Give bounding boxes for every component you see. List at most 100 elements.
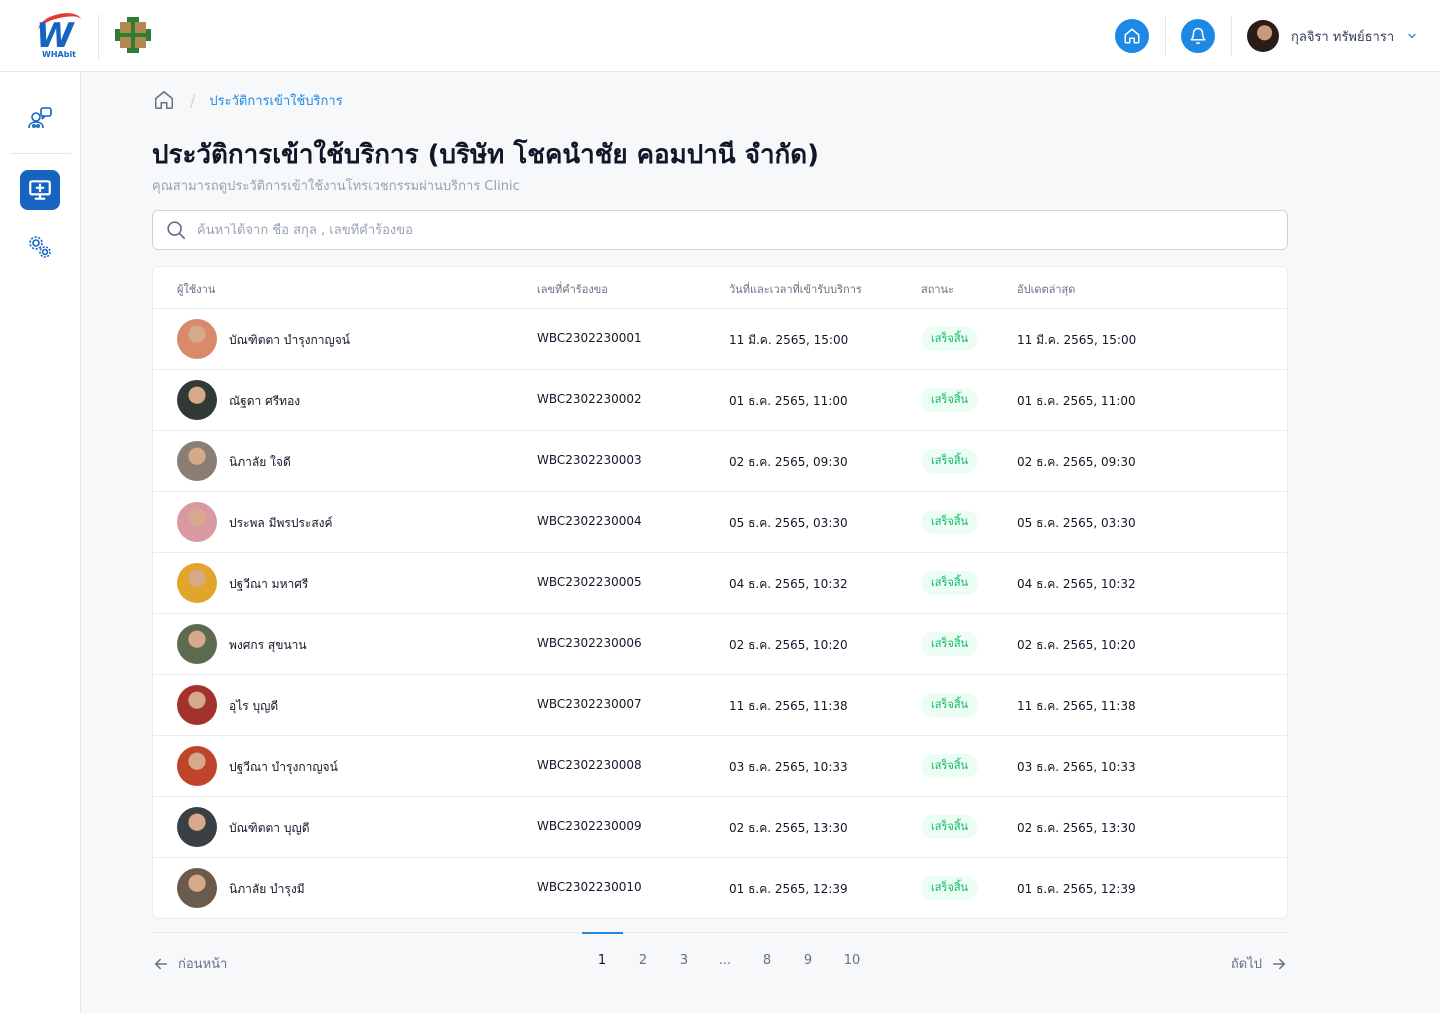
table-header: ผู้ใช้งาน เลขที่คำร้องขอ วันที่และเวลาที… bbox=[153, 267, 1287, 309]
table-row[interactable]: ปฐวีณา บำรุงกาญจน์ WBC2302230008 03 ธ.ค. 2… bbox=[153, 736, 1287, 797]
bell-icon bbox=[1190, 27, 1206, 45]
avatar bbox=[177, 441, 217, 481]
table-row[interactable]: บัณฑิตตา บุญดี WBC2302230009 02 ธ.ค. 2565,… bbox=[153, 797, 1287, 858]
user-name-cell: ณัฐดา ศรีทอง bbox=[229, 394, 301, 408]
request-no-cell: WBC2302230009 bbox=[537, 819, 642, 833]
table-row[interactable]: ณัฐดา ศรีทอง WBC2302230002 01 ธ.ค. 2565, 1… bbox=[153, 370, 1287, 431]
status-badge: เสร็จสิ้น bbox=[921, 632, 979, 656]
avatar bbox=[177, 746, 217, 786]
avatar bbox=[177, 319, 217, 359]
table-row[interactable]: ปฐวีณา มหาศรี WBC2302230005 04 ธ.ค. 2565, … bbox=[153, 553, 1287, 614]
request-no-cell: WBC2302230002 bbox=[537, 392, 642, 406]
status-badge: เสร็จสิ้น bbox=[921, 815, 979, 839]
user-menu[interactable]: กุลจิรา ทรัพย์ธารา bbox=[1247, 20, 1418, 52]
service-datetime-cell: 11 ธ.ค. 2565, 11:38 bbox=[729, 699, 848, 713]
header-divider bbox=[1231, 16, 1232, 56]
column-header-request-no[interactable]: เลขที่คำร้องขอ bbox=[537, 280, 608, 298]
settings-gears-icon bbox=[29, 236, 51, 258]
service-datetime-cell: 01 ธ.ค. 2565, 11:00 bbox=[729, 394, 848, 408]
avatar bbox=[177, 380, 217, 420]
arrow-right-icon bbox=[1273, 958, 1286, 969]
previous-page-button[interactable]: ก่อนหน้า bbox=[152, 953, 227, 974]
avatar bbox=[177, 868, 217, 908]
page-number[interactable]: 3 bbox=[664, 953, 704, 968]
updated-cell: 01 ธ.ค. 2565, 11:00 bbox=[1017, 394, 1136, 408]
page-number[interactable]: 2 bbox=[623, 953, 663, 968]
request-no-cell: WBC2302230005 bbox=[537, 575, 642, 589]
home-icon bbox=[1124, 28, 1140, 44]
monitor-plus-icon bbox=[29, 180, 51, 200]
page-number[interactable]: 8 bbox=[747, 953, 787, 968]
home-button[interactable] bbox=[1115, 19, 1149, 53]
column-header-user[interactable]: ผู้ใช้งาน bbox=[177, 280, 215, 298]
sidebar-item-settings[interactable] bbox=[20, 227, 60, 267]
next-label: ถัดไป bbox=[1230, 957, 1262, 972]
updated-cell: 05 ธ.ค. 2565, 03:30 bbox=[1017, 516, 1136, 530]
users-chat-icon bbox=[28, 107, 52, 129]
status-badge: เสร็จสิ้น bbox=[921, 876, 979, 900]
avatar bbox=[177, 624, 217, 664]
user-name: กุลจิรา ทรัพย์ธารา bbox=[1291, 29, 1395, 45]
next-page-button[interactable]: ถัดไป bbox=[1231, 953, 1288, 974]
column-header-service-datetime[interactable]: วันที่และเวลาที่เข้ารับบริการ bbox=[729, 280, 862, 298]
updated-cell: 02 ธ.ค. 2565, 13:30 bbox=[1017, 821, 1136, 835]
request-no-cell: WBC2302230001 bbox=[537, 331, 642, 345]
top-bar: W WHAbit กุลจิรา ทรัพย์ธารา bbox=[0, 0, 1440, 72]
status-badge: เสร็จสิ้น bbox=[921, 571, 979, 595]
avatar bbox=[177, 807, 217, 847]
table-row[interactable]: พงศกร สุขนาน WBC2302230006 02 ธ.ค. 2565, 1… bbox=[153, 614, 1287, 675]
request-no-cell: WBC2302230003 bbox=[537, 453, 642, 467]
page-number[interactable]: 1 bbox=[582, 953, 622, 968]
whabit-logo[interactable]: W WHAbit bbox=[34, 9, 85, 60]
previous-label: ก่อนหน้า bbox=[178, 957, 228, 972]
service-datetime-cell: 03 ธ.ค. 2565, 10:33 bbox=[729, 760, 848, 774]
updated-cell: 02 ธ.ค. 2565, 09:30 bbox=[1017, 455, 1136, 469]
request-no-cell: WBC2302230008 bbox=[537, 758, 642, 772]
column-header-status[interactable]: สถานะ bbox=[921, 280, 954, 298]
status-badge: เสร็จสิ้น bbox=[921, 327, 979, 351]
user-name-cell: ประพล มีพรประสงค์ bbox=[229, 516, 333, 530]
page-number[interactable]: 10 bbox=[832, 953, 872, 968]
service-datetime-cell: 02 ธ.ค. 2565, 10:20 bbox=[729, 638, 848, 652]
clinic-cross-logo[interactable] bbox=[114, 16, 152, 54]
breadcrumb-current[interactable]: ประวัติการเข้าใช้บริการ bbox=[209, 90, 342, 111]
notification-button[interactable] bbox=[1181, 19, 1215, 53]
request-no-cell: WBC2302230007 bbox=[537, 697, 642, 711]
sidebar-item-telemedicine[interactable] bbox=[20, 170, 60, 210]
service-datetime-cell: 11 มี.ค. 2565, 15:00 bbox=[729, 333, 849, 347]
service-datetime-cell: 04 ธ.ค. 2565, 10:32 bbox=[729, 577, 848, 591]
search-box[interactable] bbox=[152, 210, 1288, 250]
updated-cell: 04 ธ.ค. 2565, 10:32 bbox=[1017, 577, 1136, 591]
user-name-cell: ปฐวีณา มหาศรี bbox=[229, 577, 309, 591]
pagination: ก่อนหน้า 1 2 3... 8 9 10 ถัดไป bbox=[152, 932, 1288, 982]
search-icon bbox=[167, 221, 186, 240]
breadcrumb-separator: / bbox=[190, 90, 196, 110]
table-row[interactable]: นิภาลัย บำรุงมี WBC2302230010 01 ธ.ค. 2565… bbox=[153, 858, 1287, 918]
breadcrumb: / ประวัติการเข้าใช้บริการ bbox=[152, 89, 343, 111]
sidebar-item-users[interactable] bbox=[20, 98, 60, 138]
arrow-left-icon bbox=[154, 958, 167, 969]
user-name-cell: พงศกร สุขนาน bbox=[229, 638, 307, 652]
search-input[interactable] bbox=[197, 222, 1197, 238]
table-row[interactable]: ประพล มีพรประสงค์ WBC2302230004 05 ธ.ค. 25… bbox=[153, 492, 1287, 553]
table-row[interactable]: อุไร บุญดี WBC2302230007 11 ธ.ค. 2565, 11:… bbox=[153, 675, 1287, 736]
column-header-updated[interactable]: อัปเดตล่าสุด bbox=[1017, 280, 1075, 298]
request-no-cell: WBC2302230010 bbox=[537, 880, 642, 894]
home-icon bbox=[155, 91, 173, 109]
user-name-cell: บัณฑิตตา บำรุงกาญจน์ bbox=[229, 333, 350, 347]
service-datetime-cell: 02 ธ.ค. 2565, 13:30 bbox=[729, 821, 848, 835]
avatar bbox=[177, 685, 217, 725]
pagination-active-indicator bbox=[582, 932, 623, 934]
updated-cell: 02 ธ.ค. 2565, 10:20 bbox=[1017, 638, 1136, 652]
avatar bbox=[177, 563, 217, 603]
service-datetime-cell: 01 ธ.ค. 2565, 12:39 bbox=[729, 882, 848, 896]
request-no-cell: WBC2302230004 bbox=[537, 514, 642, 528]
sidebar-divider bbox=[10, 153, 71, 154]
table-row[interactable]: บัณฑิตตา บำรุงกาญจน์ WBC2302230001 11 มี.ค… bbox=[153, 309, 1287, 370]
updated-cell: 11 มี.ค. 2565, 15:00 bbox=[1017, 333, 1137, 347]
page-subtitle: คุณสามารถดูประวัติการเข้าใช้งานโทรเวชกรร… bbox=[152, 179, 520, 194]
table-row[interactable]: นิภาลัย ใจดี WBC2302230003 02 ธ.ค. 2565, 0… bbox=[153, 431, 1287, 492]
page-number[interactable]: 9 bbox=[788, 953, 828, 968]
logo-brand-text: WHAbit bbox=[42, 50, 77, 59]
updated-cell: 03 ธ.ค. 2565, 10:33 bbox=[1017, 760, 1136, 774]
